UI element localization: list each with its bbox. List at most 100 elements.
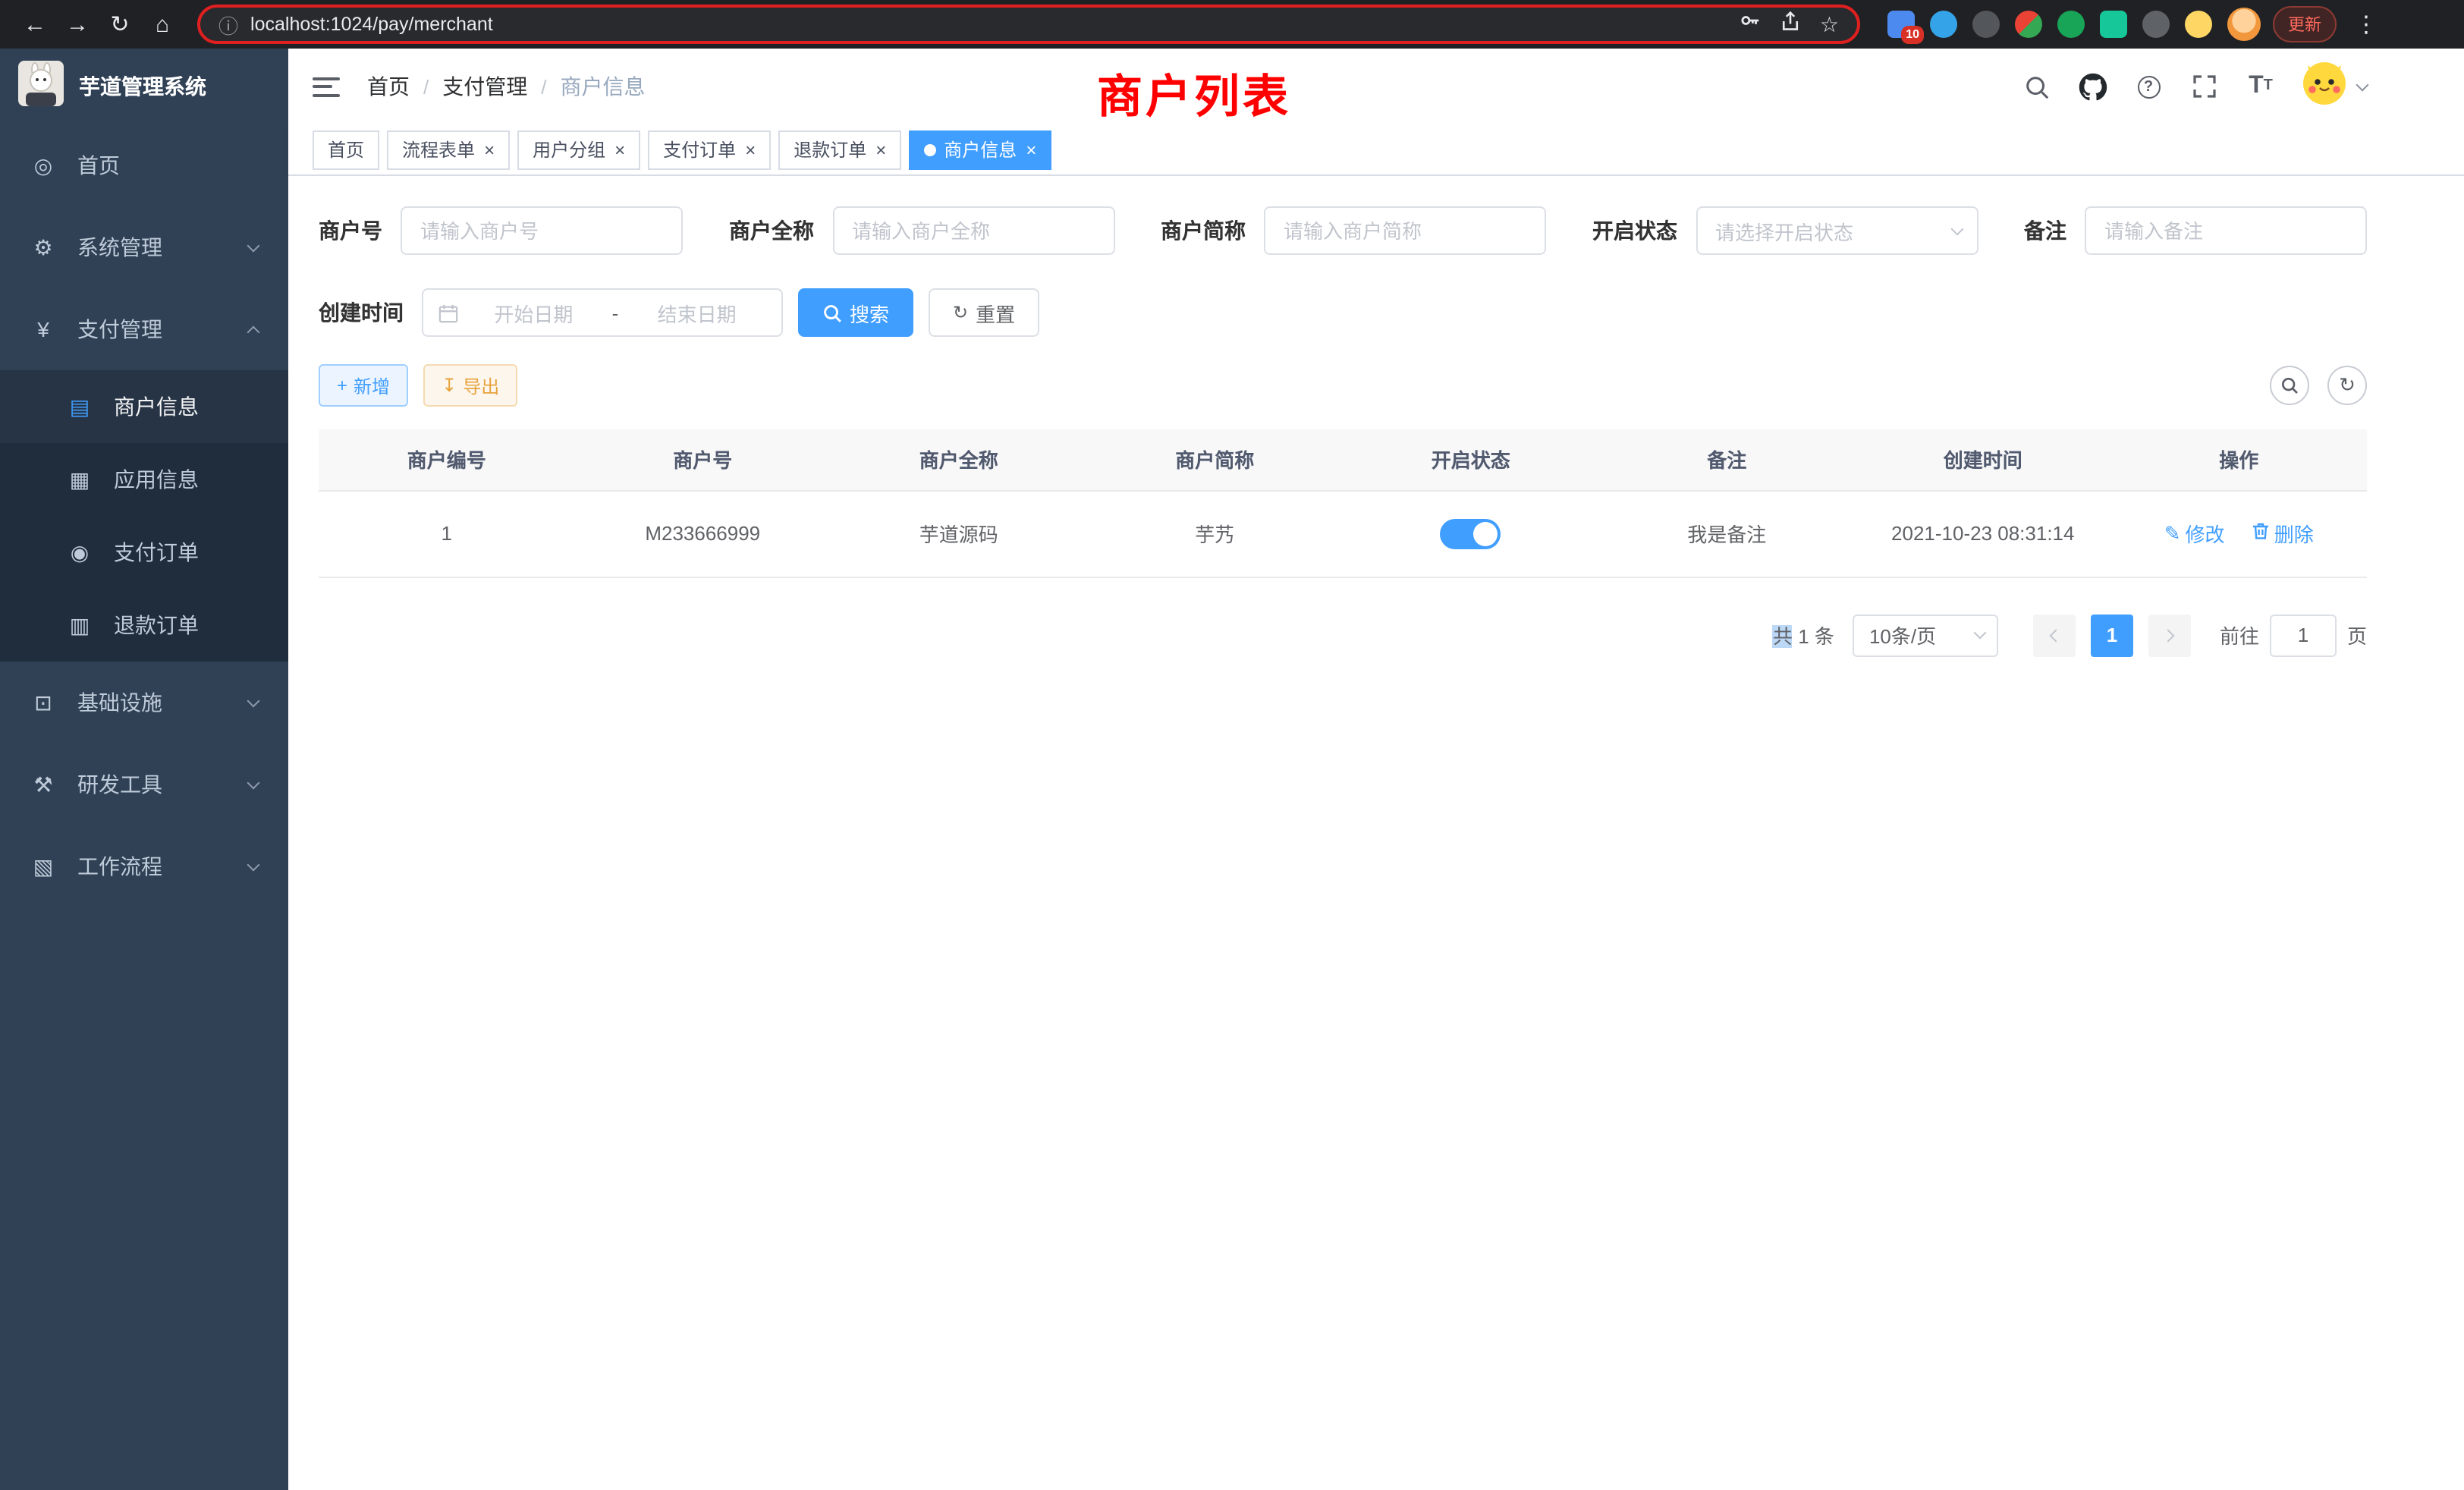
status-select[interactable]: 请选择开启状态 xyxy=(1696,206,1978,255)
chevron-left-icon xyxy=(2049,629,2062,642)
pagination-goto: 前往 页 xyxy=(2220,614,2367,656)
full-name-input[interactable] xyxy=(832,206,1114,255)
sidebar-item-app-info[interactable]: ▦ 应用信息 xyxy=(0,443,288,516)
tab-process-form[interactable]: 流程表单 × xyxy=(387,130,510,169)
breadcrumb: 首页 / 支付管理 / 商户信息 xyxy=(367,71,646,102)
tab-user-group[interactable]: 用户分组 × xyxy=(517,130,640,169)
extension-icon-4[interactable] xyxy=(2015,11,2042,38)
extension-icon-8[interactable] xyxy=(2185,11,2212,38)
search-button[interactable]: 搜索 xyxy=(798,288,913,337)
breadcrumb-payment[interactable]: 支付管理 xyxy=(442,71,527,102)
sidebar-item-payment[interactable]: ¥ 支付管理 xyxy=(0,288,288,370)
browser-menu-icon[interactable]: ⋮ xyxy=(2349,11,2384,38)
active-dot xyxy=(924,143,936,156)
goto-page-input[interactable] xyxy=(2270,614,2337,656)
tab-label: 支付订单 xyxy=(663,137,736,162)
delete-link[interactable]: 删除 xyxy=(2252,519,2314,548)
toggle-search-button[interactable] xyxy=(2270,366,2309,405)
extension-icon-6[interactable] xyxy=(2100,11,2127,38)
filter-status: 开启状态 请选择开启状态 xyxy=(1592,206,1978,255)
sidebar-item-infrastructure[interactable]: ⊡ 基础设施 xyxy=(0,662,288,743)
cell-full-name: 芋道源码 xyxy=(831,490,1087,577)
tab-pay-order[interactable]: 支付订单 × xyxy=(648,130,771,169)
export-button[interactable]: ↧ 导出 xyxy=(423,364,517,407)
close-icon[interactable]: × xyxy=(1026,140,1036,159)
github-icon[interactable] xyxy=(2077,71,2107,102)
tab-home[interactable]: 首页 xyxy=(313,130,379,169)
font-size-icon[interactable]: TT xyxy=(2246,71,2276,102)
sidebar-item-workflow[interactable]: ▧ 工作流程 xyxy=(0,825,288,907)
tags-view-bar: 首页 流程表单 × 用户分组 × 支付订单 × 退款订单 × xyxy=(288,124,2464,176)
navbar-actions: ? TT xyxy=(2021,60,2367,113)
merchant-table: 商户编号 商户号 商户全称 商户简称 开启状态 备注 创建时间 操作 1 xyxy=(319,429,2367,577)
top-navbar: 首页 / 支付管理 / 商户信息 商户列表 ? xyxy=(288,49,2464,124)
site-info-icon[interactable]: ⓘ xyxy=(218,10,238,39)
page-size-select[interactable]: 10条/页 xyxy=(1853,614,1998,656)
close-icon[interactable]: × xyxy=(484,140,495,159)
prev-page-button[interactable] xyxy=(2033,614,2076,656)
share-icon[interactable] xyxy=(1780,10,1802,39)
app-logo-row[interactable]: 芋道管理系统 xyxy=(0,49,288,124)
next-page-button[interactable] xyxy=(2148,614,2191,656)
extension-icon-3[interactable] xyxy=(1972,11,2000,38)
column-header: 开启状态 xyxy=(1343,429,1599,490)
browser-profile-avatar[interactable] xyxy=(2227,8,2261,41)
browser-refresh-icon[interactable]: ↻ xyxy=(100,5,140,44)
goto-suffix: 页 xyxy=(2347,621,2367,649)
cell-merchant-no: M233666999 xyxy=(575,490,831,577)
short-name-input[interactable] xyxy=(1264,206,1546,255)
sidebar-menu: ◎ 首页 ⚙ 系统管理 ¥ 支付管理 ▤ 商户信息 xyxy=(0,124,288,907)
app-shell: 芋道管理系统 ◎ 首页 ⚙ 系统管理 ¥ 支付管理 xyxy=(0,49,2464,1490)
status-toggle[interactable] xyxy=(1441,518,1501,549)
user-avatar-menu[interactable] xyxy=(2302,60,2367,113)
add-button[interactable]: + 新增 xyxy=(319,364,408,407)
date-range-picker[interactable]: 开始日期 - 结束日期 xyxy=(422,288,783,337)
tab-merchant-info[interactable]: 商户信息 × xyxy=(909,130,1051,169)
bookmark-star-icon[interactable]: ☆ xyxy=(1820,11,1839,37)
edit-link[interactable]: ✎ 修改 xyxy=(2164,520,2225,549)
screen: ← → ↻ ⌂ ⓘ localhost:1024/pay/merchant ☆ … xyxy=(0,0,2464,1490)
tab-label: 用户分组 xyxy=(533,137,605,162)
total-count: 1 xyxy=(1798,625,1809,648)
reset-button[interactable]: ↻ 重置 xyxy=(929,288,1039,337)
search-icon[interactable] xyxy=(2021,71,2051,102)
total-prefix: 共 xyxy=(1773,625,1793,648)
close-icon[interactable]: × xyxy=(614,140,625,159)
date-separator: - xyxy=(609,301,622,324)
search-button-label: 搜索 xyxy=(850,298,889,327)
app-logo xyxy=(18,60,64,113)
extension-icon-2[interactable] xyxy=(1930,11,1957,38)
merchant-no-input[interactable] xyxy=(401,206,683,255)
cell-short-name: 芋艿 xyxy=(1087,490,1344,577)
sidebar-item-system[interactable]: ⚙ 系统管理 xyxy=(0,206,288,288)
breadcrumb-separator: / xyxy=(423,75,429,98)
remark-input[interactable] xyxy=(2085,206,2367,255)
refresh-table-button[interactable]: ↻ xyxy=(2327,366,2367,405)
cell-remark: 我是备注 xyxy=(1599,490,1856,577)
close-icon[interactable]: × xyxy=(745,140,756,159)
browser-forward-icon[interactable]: → xyxy=(58,5,97,44)
browser-back-icon[interactable]: ← xyxy=(15,5,55,44)
sidebar-item-pay-order[interactable]: ◉ 支付订单 xyxy=(0,516,288,589)
filter-short-name: 商户简称 xyxy=(1161,206,1546,255)
extension-icon-1[interactable]: 10 xyxy=(1887,11,1915,38)
sidebar-item-refund-order[interactable]: ▥ 退款订单 xyxy=(0,589,288,662)
browser-home-icon[interactable]: ⌂ xyxy=(143,5,182,44)
url-text: localhost:1024/pay/merchant xyxy=(250,14,493,35)
password-key-icon[interactable] xyxy=(1740,9,1762,39)
sidebar-item-home[interactable]: ◎ 首页 xyxy=(0,124,288,206)
breadcrumb-home[interactable]: 首页 xyxy=(367,71,410,102)
fullscreen-icon[interactable] xyxy=(2189,71,2220,102)
browser-update-button[interactable]: 更新 xyxy=(2273,6,2337,42)
gear-icon: ⚙ xyxy=(30,234,56,260)
close-icon[interactable]: × xyxy=(875,140,886,159)
extension-icon-5[interactable] xyxy=(2057,11,2085,38)
sidebar-item-merchant-info[interactable]: ▤ 商户信息 xyxy=(0,370,288,443)
tab-refund-order[interactable]: 退款订单 × xyxy=(778,130,901,169)
page-number-current[interactable]: 1 xyxy=(2091,614,2133,656)
extension-icon-7[interactable] xyxy=(2142,11,2170,38)
help-icon[interactable]: ? xyxy=(2133,71,2164,102)
address-bar[interactable]: ⓘ localhost:1024/pay/merchant ☆ xyxy=(197,5,1860,44)
sidebar-item-devtools[interactable]: ⚒ 研发工具 xyxy=(0,743,288,825)
hamburger-icon[interactable] xyxy=(313,77,340,96)
